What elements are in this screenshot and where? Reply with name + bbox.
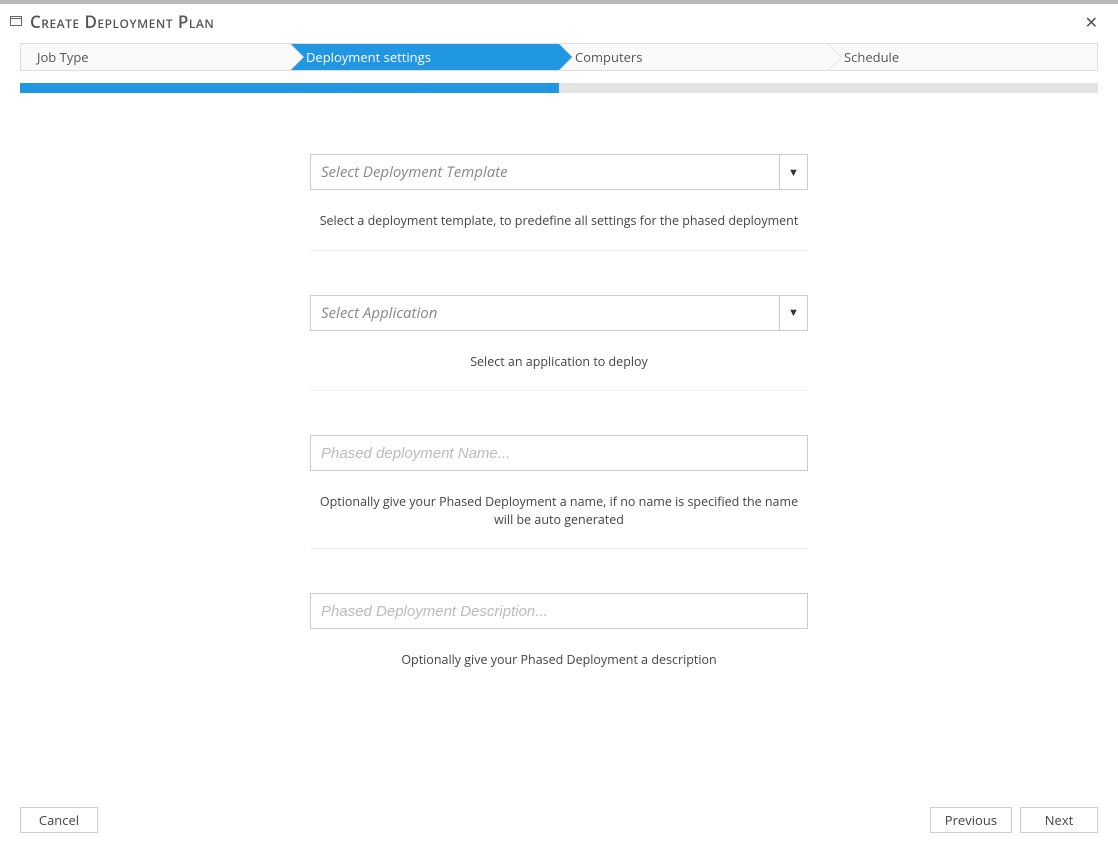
page-title: Create Deployment Plan: [30, 10, 214, 33]
wizard-steps: Job Type Deployment settings Computers S…: [20, 43, 1098, 71]
form-content: Select Deployment Template ▼ Select a de…: [0, 120, 1118, 796]
deployment-template-placeholder: Select Deployment Template: [310, 154, 780, 190]
step-label: Computers: [575, 48, 642, 66]
field-application: Select Application ▼ Select an applicati…: [310, 295, 808, 392]
window-header: Create Deployment Plan ✕: [0, 4, 1118, 43]
application-select[interactable]: Select Application ▼: [310, 295, 808, 331]
cancel-button[interactable]: Cancel: [20, 807, 98, 833]
deployment-description-helper: Optionally give your Phased Deployment a…: [310, 651, 808, 669]
next-button[interactable]: Next: [1020, 807, 1098, 833]
field-deployment-description: Optionally give your Phased Deployment a…: [310, 593, 808, 689]
progress-bar: [20, 83, 1098, 93]
deployment-template-select[interactable]: Select Deployment Template ▼: [310, 154, 808, 190]
step-deployment-settings[interactable]: Deployment settings: [290, 44, 559, 70]
step-label: Deployment settings: [306, 48, 431, 66]
previous-label: Previous: [945, 811, 997, 829]
field-deployment-name: Optionally give your Phased Deployment a…: [310, 435, 808, 549]
step-schedule[interactable]: Schedule: [828, 44, 1097, 70]
step-job-type[interactable]: Job Type: [21, 44, 290, 70]
window-icon: [10, 16, 22, 26]
deployment-template-helper: Select a deployment template, to predefi…: [310, 212, 808, 230]
application-placeholder: Select Application: [310, 295, 780, 331]
deployment-name-input[interactable]: [310, 435, 808, 471]
next-label: Next: [1045, 811, 1074, 829]
footer: Cancel Previous Next: [0, 796, 1118, 844]
step-computers[interactable]: Computers: [559, 44, 828, 70]
deployment-description-input[interactable]: [310, 593, 808, 629]
cancel-label: Cancel: [39, 811, 79, 829]
deployment-template-dropdown-button[interactable]: ▼: [780, 154, 808, 190]
close-icon: ✕: [1085, 11, 1098, 33]
field-deployment-template: Select Deployment Template ▼ Select a de…: [310, 154, 808, 251]
chevron-down-icon: ▼: [788, 305, 799, 320]
application-dropdown-button[interactable]: ▼: [780, 295, 808, 331]
step-label: Schedule: [844, 48, 899, 66]
chevron-down-icon: ▼: [788, 165, 799, 180]
deployment-name-helper: Optionally give your Phased Deployment a…: [310, 493, 808, 528]
step-label: Job Type: [37, 48, 89, 66]
progress-fill: [20, 83, 559, 93]
application-helper: Select an application to deploy: [310, 353, 808, 371]
previous-button[interactable]: Previous: [930, 807, 1012, 833]
close-button[interactable]: ✕: [1079, 12, 1104, 32]
